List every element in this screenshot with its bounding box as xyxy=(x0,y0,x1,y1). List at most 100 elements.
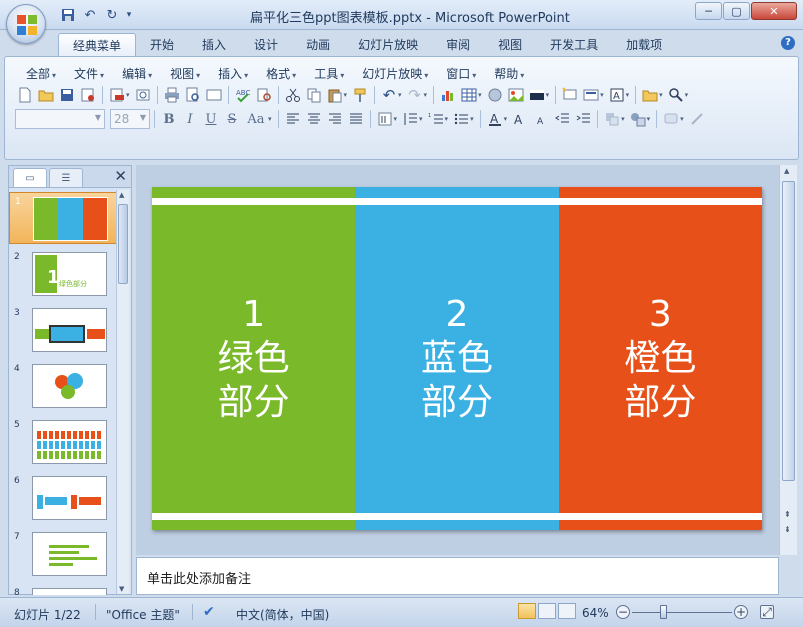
redo-icon[interactable]: ↻ xyxy=(102,6,122,24)
copy-icon[interactable] xyxy=(304,85,324,105)
classic-menu-item[interactable]: 编辑 ▾ xyxy=(113,65,161,82)
italic-button[interactable]: I xyxy=(180,109,200,129)
slide-scrollbar[interactable]: ▲ ⇞ ⇟ xyxy=(779,165,797,555)
current-slide[interactable]: 1 绿色 部分 2 蓝色 部分 3 橙色 部分 xyxy=(152,187,762,530)
classic-menu-item[interactable]: 帮助 ▾ xyxy=(485,65,533,82)
classic-menu-item[interactable]: 插入 ▾ xyxy=(209,65,257,82)
slide-background-icon[interactable] xyxy=(527,85,547,105)
ribbon-tab[interactable]: 开发工具 xyxy=(536,33,612,58)
shape-fill-icon[interactable] xyxy=(661,109,681,129)
undo-icon[interactable]: ↶ xyxy=(379,85,399,105)
save-icon[interactable] xyxy=(58,6,78,24)
classic-menu-item[interactable]: 视图 ▾ xyxy=(161,65,209,82)
font-color-icon[interactable]: A xyxy=(485,109,505,129)
text-direction-icon[interactable] xyxy=(375,109,395,129)
classic-menu-item[interactable]: 幻灯片放映 ▾ xyxy=(353,65,437,82)
paste-icon[interactable] xyxy=(325,85,345,105)
ribbon-tab[interactable]: 审阅 xyxy=(432,33,484,58)
slide-thumbnail-7[interactable]: 7 xyxy=(9,528,117,580)
ribbon-tab[interactable]: 幻灯片放映 xyxy=(344,33,432,58)
align-center-icon[interactable] xyxy=(304,109,324,129)
attach-icon[interactable] xyxy=(133,85,153,105)
pdf-icon[interactable] xyxy=(107,85,127,105)
underline-button[interactable]: U xyxy=(201,109,221,129)
ribbon-tab[interactable]: 插入 xyxy=(188,33,240,58)
ribbon-tab[interactable]: 动画 xyxy=(292,33,344,58)
ribbon-tab[interactable]: 视图 xyxy=(484,33,536,58)
print-icon[interactable] xyxy=(162,85,182,105)
normal-view-button[interactable] xyxy=(518,603,536,619)
text-box-icon[interactable]: A xyxy=(607,85,627,105)
print-preview-icon[interactable] xyxy=(183,85,203,105)
help-icon[interactable]: ? xyxy=(781,36,795,50)
font-name-combo[interactable]: ▼ xyxy=(15,109,105,129)
green-panel[interactable]: 1 绿色 部分 xyxy=(152,187,356,530)
undo-icon[interactable]: ↶ xyxy=(80,6,100,24)
numbering-icon[interactable]: 1 xyxy=(426,109,446,129)
slides-tab[interactable]: ▭ xyxy=(13,168,47,187)
office-button[interactable] xyxy=(6,4,46,44)
ribbon-tab[interactable]: 设计 xyxy=(240,33,292,58)
spelling-icon[interactable]: ABC xyxy=(233,85,253,105)
find-icon[interactable] xyxy=(666,85,686,105)
grow-font-icon[interactable]: A xyxy=(510,109,530,129)
maximize-button[interactable]: ▢ xyxy=(723,2,750,20)
classic-menu-item[interactable]: 窗口 ▾ xyxy=(437,65,485,82)
zoom-level[interactable]: 64% xyxy=(582,606,609,620)
layout-icon[interactable] xyxy=(581,85,601,105)
font-size-combo[interactable]: 28 ▼ xyxy=(110,109,150,129)
slide-thumbnail-6[interactable]: 6 xyxy=(9,472,117,524)
ribbon-tab[interactable]: 开始 xyxy=(136,33,188,58)
change-case-button[interactable]: Aa xyxy=(243,109,269,129)
new-slide-icon[interactable] xyxy=(560,85,580,105)
shapes-icon[interactable] xyxy=(628,109,648,129)
shape-outline-icon[interactable] xyxy=(687,109,707,129)
zoom-slider-knob[interactable] xyxy=(660,605,667,619)
new-icon[interactable] xyxy=(15,85,35,105)
zoom-slider[interactable] xyxy=(632,612,732,613)
thumbnails-scrollbar[interactable]: ▲ ▼ xyxy=(116,190,129,594)
bold-button[interactable]: B xyxy=(159,109,179,129)
decrease-indent-icon[interactable] xyxy=(552,109,572,129)
line-spacing-icon[interactable] xyxy=(400,109,420,129)
zoom-out-icon[interactable]: − xyxy=(616,605,630,619)
classic-menu-item[interactable]: 工具 ▾ xyxy=(305,65,353,82)
table-icon[interactable] xyxy=(459,85,479,105)
format-painter-icon[interactable] xyxy=(350,85,370,105)
bullets-icon[interactable] xyxy=(451,109,471,129)
slide-thumbnail-1[interactable]: 1 xyxy=(9,192,117,244)
open-icon[interactable] xyxy=(36,85,56,105)
increase-indent-icon[interactable] xyxy=(573,109,593,129)
spelling-check-icon[interactable]: ✔ xyxy=(203,604,215,620)
slide-thumbnail-5[interactable]: 5 xyxy=(9,416,117,468)
picture-icon[interactable] xyxy=(506,85,526,105)
strikethrough-button[interactable]: S xyxy=(222,109,242,129)
minimize-button[interactable]: ─ xyxy=(695,2,722,20)
slide-sorter-view-button[interactable] xyxy=(538,603,556,619)
ribbon-tab[interactable]: 经典菜单 xyxy=(58,33,137,58)
clipart-icon[interactable] xyxy=(485,85,505,105)
previous-slide-icon[interactable]: ⇞ xyxy=(784,510,791,519)
orange-panel[interactable]: 3 橙色 部分 xyxy=(558,187,762,530)
shrink-font-icon[interactable]: A xyxy=(531,109,551,129)
slide-show-view-button[interactable] xyxy=(558,603,576,619)
classic-menu-item[interactable]: 文件 ▾ xyxy=(65,65,113,82)
customize-qat-icon[interactable]: ▾ xyxy=(124,6,134,24)
scrollbar-thumb[interactable] xyxy=(118,204,128,284)
fit-to-window-icon[interactable]: ⤢ xyxy=(760,605,774,619)
notes-pane[interactable]: 单击此处添加备注 xyxy=(136,557,779,595)
slide-thumbnail-2[interactable]: 2 1 绿色部分 xyxy=(9,248,117,300)
redo-icon[interactable]: ↷ xyxy=(405,85,425,105)
align-right-icon[interactable] xyxy=(325,109,345,129)
close-button[interactable]: ✕ xyxy=(751,2,797,20)
folder-icon[interactable] xyxy=(640,85,660,105)
classic-menu-item[interactable]: 格式 ▾ xyxy=(257,65,305,82)
ribbon-tab[interactable]: 加载项 xyxy=(612,33,676,58)
chart-icon[interactable] xyxy=(438,85,458,105)
save-icon[interactable] xyxy=(57,85,77,105)
blue-panel[interactable]: 2 蓝色 部分 xyxy=(355,187,559,530)
close-icon[interactable]: ✕ xyxy=(114,167,127,185)
classic-menu-item[interactable]: 全部 ▾ xyxy=(17,65,65,82)
outline-tab[interactable]: ☰ xyxy=(49,168,83,187)
justify-icon[interactable] xyxy=(346,109,366,129)
